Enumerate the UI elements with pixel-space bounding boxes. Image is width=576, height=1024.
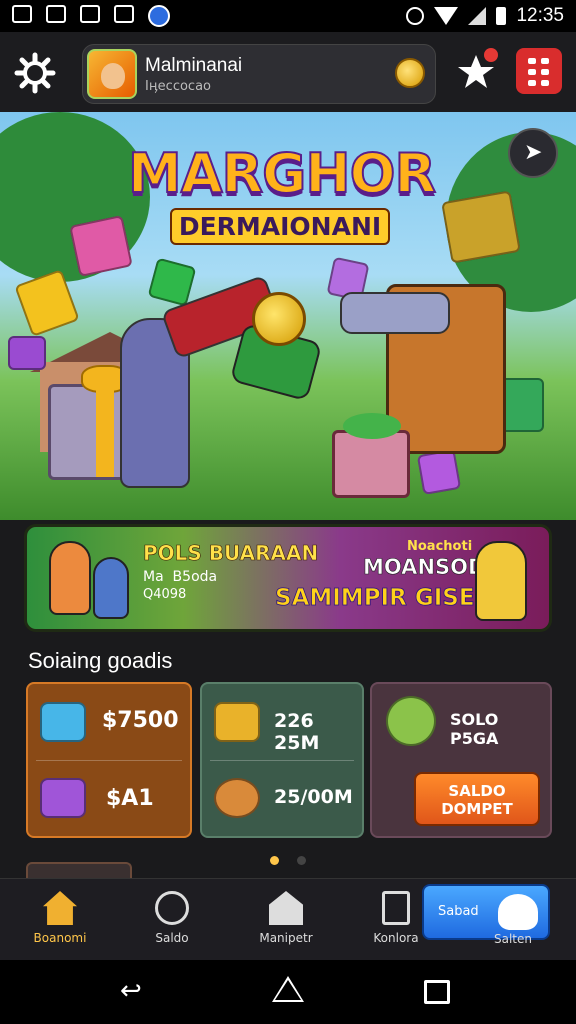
player-name: Malminanai — [145, 55, 243, 76]
share-button[interactable] — [508, 128, 558, 178]
tablet-icon — [382, 891, 410, 925]
browser-icon — [148, 5, 170, 27]
coin-icon[interactable] — [395, 58, 425, 88]
status-bar: 12:35 — [0, 0, 576, 32]
character-kid — [93, 557, 129, 619]
promo-banner[interactable]: POLS BUARAAN Ma B5oda Q4098 Noachoti MOA… — [24, 524, 552, 632]
shop-card[interactable]: 226 25M 25/00M — [200, 682, 364, 838]
player-subtitle: Іӊессосао — [145, 79, 211, 94]
photos-icon — [114, 5, 134, 23]
item-price: SOLO P5GA — [450, 710, 499, 748]
clock-coin-icon — [155, 891, 189, 925]
character-fox — [49, 541, 91, 615]
carousel-dot[interactable] — [297, 856, 306, 865]
gear-icon[interactable] — [14, 52, 56, 94]
golden-treasure-icon — [214, 702, 260, 742]
achievements-button[interactable] — [456, 48, 498, 92]
system-navigation: ↩ — [0, 960, 576, 1024]
nav-store[interactable]: Manipetr — [236, 887, 336, 957]
signal-icon — [468, 7, 487, 25]
nav-label: Manipetr — [259, 931, 313, 945]
nav-label: Saldo — [155, 931, 189, 945]
chat-icon — [80, 5, 100, 23]
shop-card[interactable]: $7500 $A1 — [26, 682, 192, 838]
blue-gem-box-icon — [40, 702, 86, 742]
game-logo-subtitle: DERMAIONANI — [170, 208, 390, 245]
store-icon — [269, 891, 303, 925]
home-triangle-icon[interactable] — [272, 976, 304, 1002]
player-profile-card[interactable]: Malminanai Іӊессосао — [82, 44, 436, 104]
purple-gem-cube — [8, 336, 46, 370]
promo-left-title: POLS BUARAAN — [143, 541, 319, 566]
promo-left-line2: Q4098 — [143, 587, 187, 602]
nav-saldo[interactable]: Saldo — [122, 887, 222, 957]
alarm-icon — [406, 7, 425, 25]
hero-banner[interactable]: MARGHOR DERMAIONANI — [0, 112, 576, 520]
message-icon — [46, 5, 66, 23]
purple-chest-icon — [40, 778, 86, 818]
item-price: $7500 — [102, 708, 179, 733]
item-price: 226 25M — [274, 710, 320, 754]
float-bottom-label: Salten — [494, 932, 532, 946]
notification-icons — [12, 5, 170, 27]
system-icons: 12:35 — [406, 5, 564, 27]
chest-gem-cube — [441, 190, 521, 264]
shop-card[interactable]: SOLO P5GA SALDO DOMPET — [370, 682, 552, 838]
gallery-icon — [12, 5, 32, 23]
promo-left-line1: Ma B5oda — [143, 569, 218, 585]
pet-creature-icon — [214, 778, 260, 818]
pink-gem-cube — [69, 214, 133, 278]
carousel-dot-active[interactable] — [270, 856, 279, 865]
promo-right-small: Noachoti — [407, 539, 473, 554]
game-logo-title: MARGHOR — [127, 141, 437, 206]
item-price: 25/00M — [274, 786, 353, 808]
top-bar: Malminanai Іӊессосао — [0, 32, 576, 112]
wifi-icon — [434, 7, 459, 25]
gold-coin — [252, 292, 306, 346]
clock: 12:35 — [516, 5, 564, 26]
green-gem-cube — [147, 257, 197, 307]
saldo-dompet-button[interactable]: SALDO DOMPET — [414, 772, 540, 826]
character-gunner — [475, 541, 527, 621]
cannon-silver — [340, 292, 450, 334]
item-price: $A1 — [106, 786, 154, 811]
home-icon — [43, 891, 77, 925]
people-icon — [498, 894, 538, 930]
promo-right-title: MOANSODI — [363, 555, 494, 580]
dragon-egg-icon — [386, 696, 436, 746]
treasure-pot — [332, 413, 410, 498]
recents-icon[interactable] — [424, 980, 450, 1004]
avatar — [87, 49, 137, 99]
promo-right-big: SAMIMPIR GISE! — [275, 585, 486, 612]
nav-label: Boanomi — [33, 931, 87, 945]
carousel-dots[interactable] — [270, 856, 306, 865]
back-icon[interactable]: ↩ — [120, 978, 160, 1004]
nav-home[interactable]: Boanomi — [10, 887, 110, 957]
small-violet-cube — [416, 449, 462, 495]
float-button-label: Sabad — [438, 904, 479, 919]
notification-badge — [484, 48, 498, 62]
battery-icon — [496, 7, 507, 25]
menu-button[interactable] — [516, 48, 562, 94]
section-title: Soiaing goadis — [28, 648, 173, 673]
